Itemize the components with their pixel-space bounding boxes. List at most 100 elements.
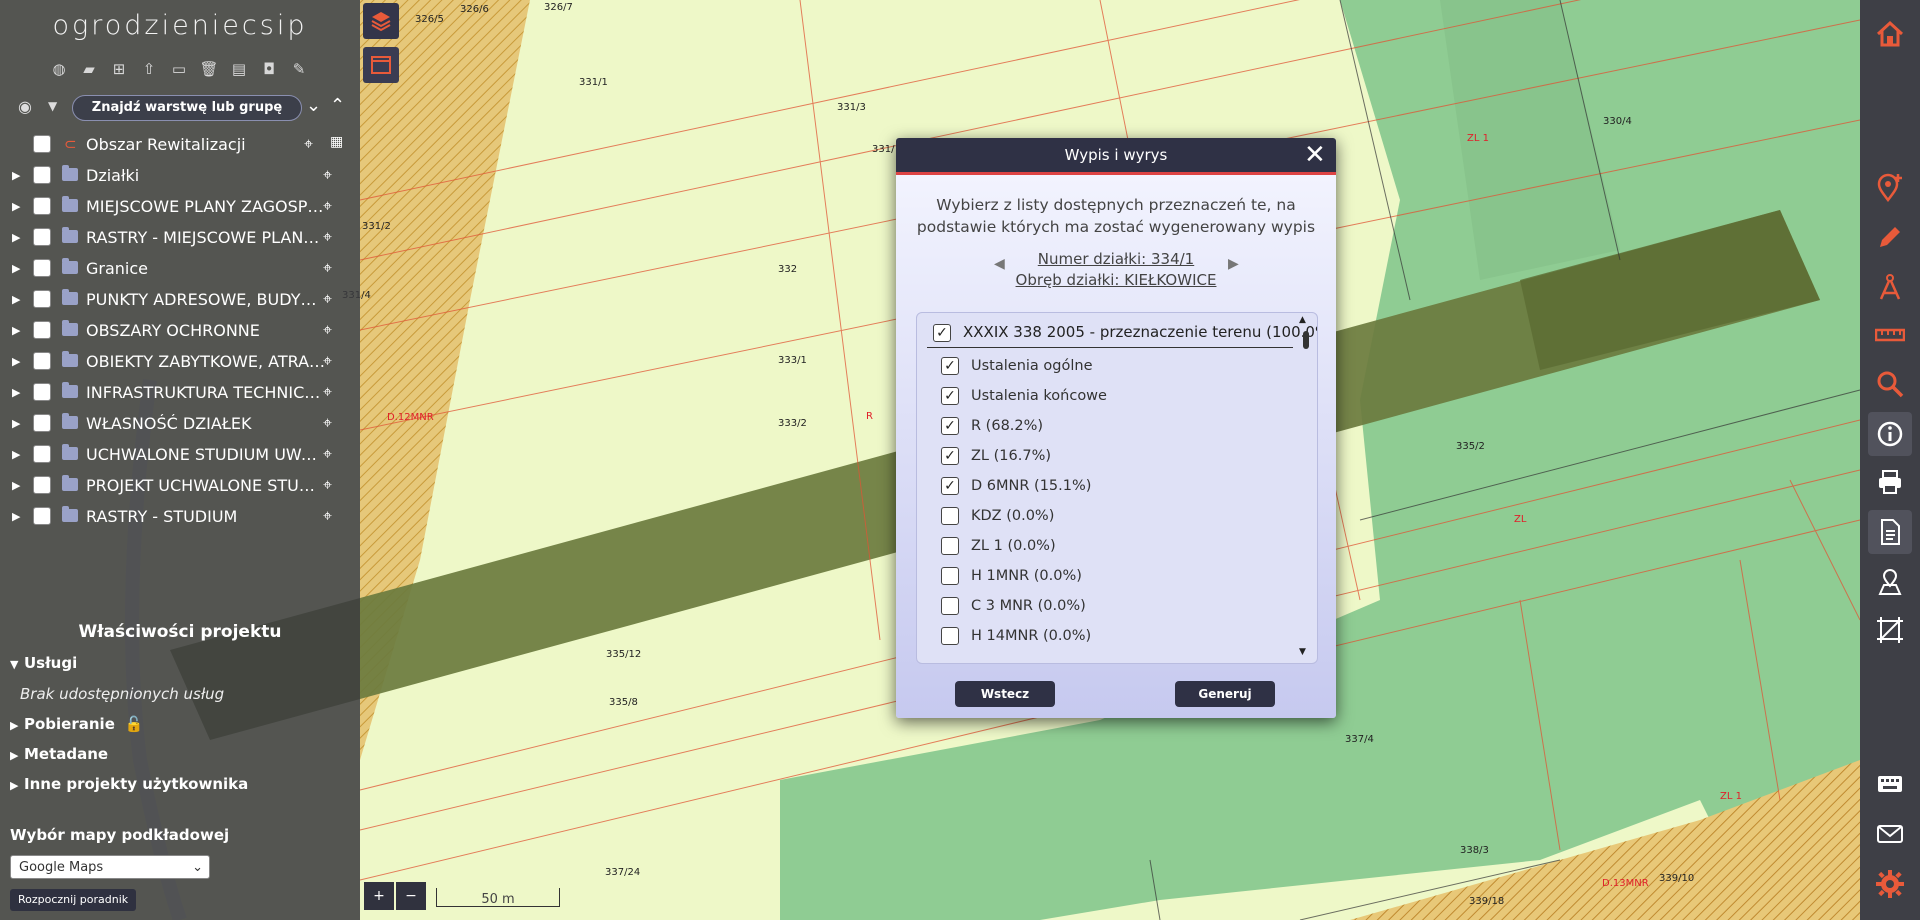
close-icon[interactable]: ✕ <box>1304 140 1326 170</box>
scroll-down-icon[interactable]: ▼ <box>1299 647 1306 657</box>
generate-button[interactable]: Generuj <box>1175 681 1275 707</box>
start-tour-button[interactable]: Rozpocznij poradnik <box>10 889 137 911</box>
home-button[interactable] <box>1868 12 1912 56</box>
expand-arrow-icon[interactable]: ▶ <box>12 355 20 368</box>
list-item[interactable]: H 1MNR (0.0%) <box>941 565 1281 589</box>
layer-row[interactable]: ▶ UCHWALONE STUDIUM UWARUNKOWAŃ ⌖ <box>0 442 350 468</box>
locate-icon[interactable]: ⌖ <box>323 506 332 526</box>
add-location-button[interactable] <box>1868 165 1912 209</box>
locate-icon[interactable]: ⌖ <box>323 382 332 402</box>
layer-row[interactable]: ▶ ✓ MIEJSCOWE PLANY ZAGOSPODAROWANIA ⌖ <box>0 194 350 220</box>
expand-arrow-icon[interactable]: ▶ <box>12 262 20 275</box>
item-checkbox[interactable]: ✓ <box>941 477 959 495</box>
layer-checkbox[interactable] <box>33 383 51 401</box>
expand-arrow-icon[interactable]: ▶ <box>12 386 20 399</box>
expand-arrow-icon[interactable]: ▶ <box>12 200 20 213</box>
list-item[interactable]: KDZ (0.0%) <box>941 505 1281 529</box>
globe-icon[interactable]: ◍ <box>48 58 70 80</box>
layer-search-input[interactable]: Znajdź warstwę lub grupę <box>72 95 302 121</box>
layer-checkbox[interactable] <box>33 228 51 246</box>
add-folder-icon[interactable]: ▭ <box>168 58 190 80</box>
download-section[interactable]: ▶ Pobieranie 🔓 <box>10 715 144 733</box>
scrollbar-thumb[interactable] <box>1303 331 1309 349</box>
info-button[interactable] <box>1868 412 1912 456</box>
layer-checkbox[interactable] <box>33 352 51 370</box>
layer-checkbox[interactable] <box>33 445 51 463</box>
locate-icon[interactable]: ⌖ <box>323 196 332 216</box>
print-button[interactable] <box>1868 460 1912 504</box>
layer-checkbox[interactable] <box>33 476 51 494</box>
layer-checkbox[interactable] <box>33 321 51 339</box>
expand-arrow-icon[interactable]: ▶ <box>12 324 20 337</box>
layer-checkbox[interactable]: ✓ <box>33 166 51 184</box>
locate-icon[interactable]: ⌖ <box>323 413 332 433</box>
other-projects-section[interactable]: ▶ Inne projekty użytkownika <box>10 775 248 793</box>
delete-icon[interactable]: 🗑 <box>198 58 220 80</box>
item-checkbox[interactable] <box>941 597 959 615</box>
layer-row[interactable]: ▶ INFRASTRUKTURA TECHNICZNA ⌖ <box>0 380 350 406</box>
item-checkbox[interactable] <box>941 537 959 555</box>
locate-icon[interactable]: ⌖ <box>323 444 332 464</box>
locate-icon[interactable]: ⌖ <box>323 351 332 371</box>
expand-arrow-icon[interactable]: ▶ <box>12 417 20 430</box>
list-item[interactable]: C 3 MNR (0.0%) <box>941 595 1281 619</box>
contact-button[interactable] <box>1868 812 1912 856</box>
layer-row[interactable]: ▶ PUNKTY ADRESOWE, BUDYNKI, ULICE ⌖ <box>0 287 350 313</box>
collapse-all-icon[interactable]: ⌃ <box>330 95 345 116</box>
item-checkbox[interactable] <box>941 507 959 525</box>
layer-row[interactable]: ▶ WŁASNOŚĆ DZIAŁEK ⌖ <box>0 411 350 437</box>
layer-checkbox[interactable] <box>33 507 51 525</box>
layer-checkbox[interactable] <box>33 290 51 308</box>
list-item[interactable]: ✓ R (68.2%) <box>941 415 1281 439</box>
measure-distance-button[interactable] <box>1868 313 1912 357</box>
scroll-up-icon[interactable]: ▲ <box>1299 315 1306 325</box>
next-parcel-icon[interactable]: ▶ <box>1228 256 1239 272</box>
list-item[interactable]: ✓ D 6MNR (15.1%) <box>941 475 1281 499</box>
map-location-button[interactable] <box>1868 560 1912 604</box>
list-item[interactable]: H 14MNR (0.0%) <box>941 625 1281 649</box>
metadata-section[interactable]: ▶ Metadane <box>10 745 108 763</box>
crop-button[interactable] <box>1868 608 1912 652</box>
visibility-toggle-icon[interactable]: ◉ <box>18 97 40 119</box>
print-frame-button[interactable] <box>363 47 399 83</box>
back-button[interactable]: Wstecz <box>955 681 1055 707</box>
measure-angle-button[interactable] <box>1868 265 1912 309</box>
layer-row[interactable]: ▶ OBIEKTY ZABYTKOWE, ATRAKCJE ⌖ <box>0 349 350 375</box>
expand-arrow-icon[interactable]: ▶ <box>12 293 20 306</box>
layer-checkbox[interactable] <box>33 259 51 277</box>
attribute-table-icon[interactable]: ▦ <box>330 134 343 150</box>
locate-icon[interactable]: ⌖ <box>323 475 332 495</box>
layer-checkbox[interactable]: ✓ <box>33 197 51 215</box>
expand-arrow-icon[interactable]: ▶ <box>12 510 20 523</box>
locate-icon[interactable]: ⌖ <box>323 258 332 278</box>
layer-row[interactable]: ⊂ Obszar Rewitalizacji ⌖ ▦ <box>0 132 350 158</box>
list-item[interactable]: ✓ Ustalenia końcowe <box>941 385 1281 409</box>
item-checkbox[interactable]: ✓ <box>941 447 959 465</box>
map-icon[interactable]: ▰ <box>78 58 100 80</box>
locate-icon[interactable]: ⌖ <box>323 320 332 340</box>
edit-icon[interactable]: ✎ <box>288 58 310 80</box>
item-checkbox[interactable]: ✓ <box>941 387 959 405</box>
chevron-down-icon[interactable]: ▼ <box>48 99 57 113</box>
locate-icon[interactable]: ⌖ <box>304 134 313 154</box>
layer-checkbox[interactable] <box>33 414 51 432</box>
designation-list[interactable]: ✓ XXXIX 338 2005 - przeznaczenie terenu … <box>916 312 1318 664</box>
list-item[interactable]: ✓ ZL (16.7%) <box>941 445 1281 469</box>
item-checkbox[interactable] <box>941 627 959 645</box>
layer-checkbox[interactable] <box>33 135 51 153</box>
plan-header-row[interactable]: ✓ XXXIX 338 2005 - przeznaczenie terenu … <box>927 321 1317 348</box>
item-checkbox[interactable] <box>941 567 959 585</box>
layer-row[interactable]: ▶ Granice ⌖ <box>0 256 350 282</box>
layer-row[interactable]: ▶ RASTRY - MIEJSCOWE PLANY ZAGOSPODAROWA… <box>0 225 350 251</box>
draw-button[interactable] <box>1868 215 1912 259</box>
services-section[interactable]: ▼ Usługi <box>10 654 77 672</box>
add-layer-icon[interactable]: ⊞ <box>108 58 130 80</box>
layer-row[interactable]: ▶ OBSZARY OCHRONNE ⌖ <box>0 318 350 344</box>
keyboard-button[interactable] <box>1868 762 1912 806</box>
item-checkbox[interactable]: ✓ <box>941 417 959 435</box>
expand-arrow-icon[interactable]: ▶ <box>12 169 20 182</box>
layer-row[interactable]: ▶ ✓ Działki ⌖ <box>0 163 350 189</box>
dialog-header[interactable]: Wypis i wyrys ✕ <box>896 138 1336 175</box>
plan-checkbox[interactable]: ✓ <box>933 324 951 342</box>
settings-button[interactable] <box>1868 862 1912 906</box>
